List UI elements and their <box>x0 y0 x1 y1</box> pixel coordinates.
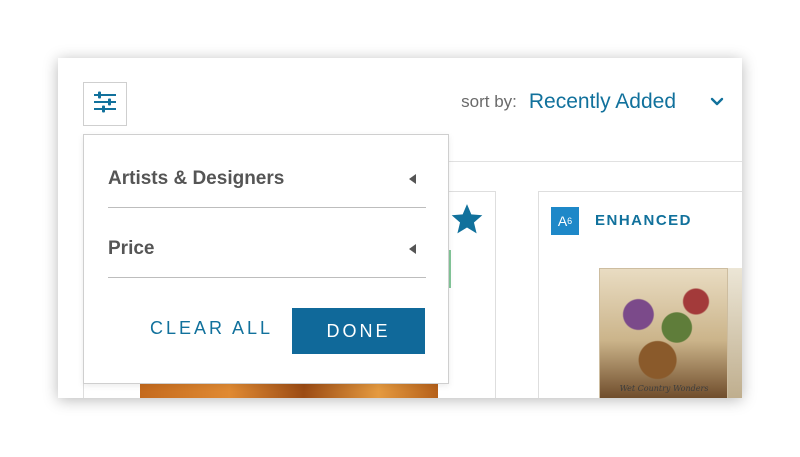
filter-section-label: Artists & Designers <box>108 168 285 189</box>
listing-card: A6 ENHANCED Wet Country Wonders sort by:… <box>58 58 742 398</box>
filter-dropdown: Artists & Designers Price CLEAR ALL DONE <box>83 134 449 384</box>
star-icon[interactable] <box>450 203 484 240</box>
product-thumbnail[interactable]: Wet Country Wonders <box>599 268 729 398</box>
enhanced-label: ENHANCED <box>595 212 693 229</box>
thumbnail-caption: Wet Country Wonders <box>619 384 709 393</box>
done-button[interactable]: DONE <box>292 308 425 354</box>
toolbar-divider <box>448 161 742 162</box>
filter-section-artists[interactable]: Artists & Designers <box>108 151 426 208</box>
chevron-down-icon[interactable] <box>710 97 724 107</box>
enhanced-badge-icon: A6 <box>551 207 579 235</box>
badge-letter: A <box>557 213 568 229</box>
caret-left-icon <box>409 244 416 254</box>
sort-control[interactable]: sort by: Recently Added <box>461 90 724 114</box>
clear-all-button[interactable]: CLEAR ALL <box>150 318 273 339</box>
sliders-icon <box>93 91 117 118</box>
caret-left-icon <box>409 174 416 184</box>
sort-select-value[interactable]: Recently Added <box>529 90 676 114</box>
sort-label: sort by: <box>461 92 517 111</box>
product-thumbnail-left[interactable] <box>140 384 438 398</box>
product-card-right[interactable]: A6 ENHANCED Wet Country Wonders <box>538 191 742 398</box>
filter-section-label: Price <box>108 238 155 259</box>
filter-toggle-button[interactable] <box>83 82 127 126</box>
product-thumbnail-next[interactable] <box>727 268 742 398</box>
badge-number: 6 <box>567 216 573 226</box>
filter-section-price[interactable]: Price <box>108 221 426 278</box>
